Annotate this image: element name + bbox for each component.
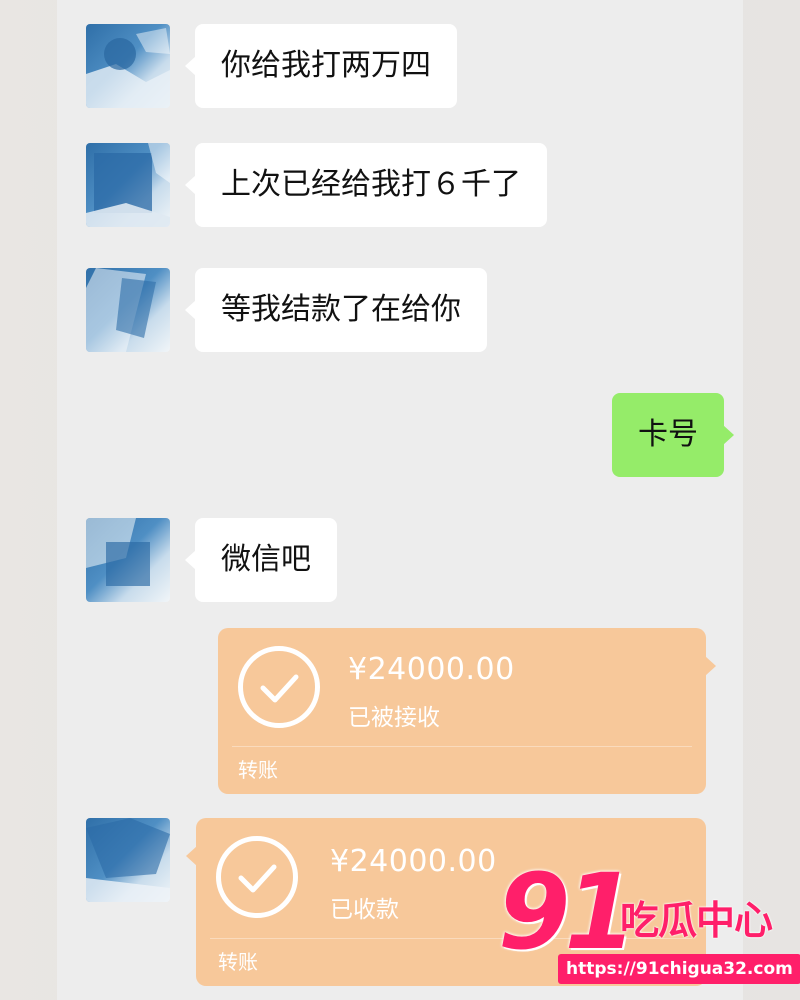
message-text: 等我结款了在给你 — [221, 292, 461, 327]
avatar-image — [86, 268, 170, 352]
contact-avatar[interactable] — [86, 143, 170, 227]
transfer-label: 转账 — [238, 758, 278, 782]
transfer-amount: ¥24000.00 — [330, 844, 497, 879]
transfer-status: 已收款 — [330, 897, 399, 923]
message-bubble[interactable]: 上次已经给我打６千了 — [185, 143, 547, 227]
watermark-number: 91 — [498, 851, 637, 973]
message-text: 上次已经给我打６千了 — [221, 167, 521, 202]
transfer-card[interactable]: ¥24000.00 已被接收 转账 — [218, 628, 716, 794]
chat-window[interactable]: 你给我打两万四 上次已经给我打６千了 等我结款了在给你 卡号 微信吧 ¥2400… — [57, 0, 743, 1000]
transfer-label: 转账 — [218, 950, 258, 974]
avatar-image — [86, 518, 170, 602]
avatar-image — [86, 143, 170, 227]
site-watermark: 91 吃瓜中心 https://91chigua32.com — [498, 860, 800, 996]
message-bubble[interactable]: 等我结款了在给你 — [185, 268, 487, 352]
message-bubble-own[interactable]: 卡号 — [612, 393, 734, 477]
contact-avatar[interactable] — [86, 24, 170, 108]
check-circle-icon — [216, 836, 298, 918]
check-circle-icon — [238, 646, 320, 728]
contact-avatar[interactable] — [86, 818, 170, 902]
contact-avatar[interactable] — [86, 268, 170, 352]
message-text: 你给我打两万四 — [221, 48, 431, 83]
message-text: 卡号 — [638, 417, 698, 452]
message-bubble[interactable]: 微信吧 — [185, 518, 337, 602]
avatar-image — [86, 818, 170, 902]
transfer-status: 已被接收 — [348, 705, 440, 731]
watermark-name: 吃瓜中心 — [620, 899, 773, 944]
transfer-amount: ¥24000.00 — [348, 652, 515, 687]
transfer-divider — [232, 746, 692, 747]
contact-avatar[interactable] — [86, 518, 170, 602]
watermark-url: https://91chigua32.com — [558, 954, 800, 984]
avatar-image — [86, 24, 170, 108]
message-bubble[interactable]: 你给我打两万四 — [185, 24, 457, 108]
message-text: 微信吧 — [221, 542, 311, 577]
